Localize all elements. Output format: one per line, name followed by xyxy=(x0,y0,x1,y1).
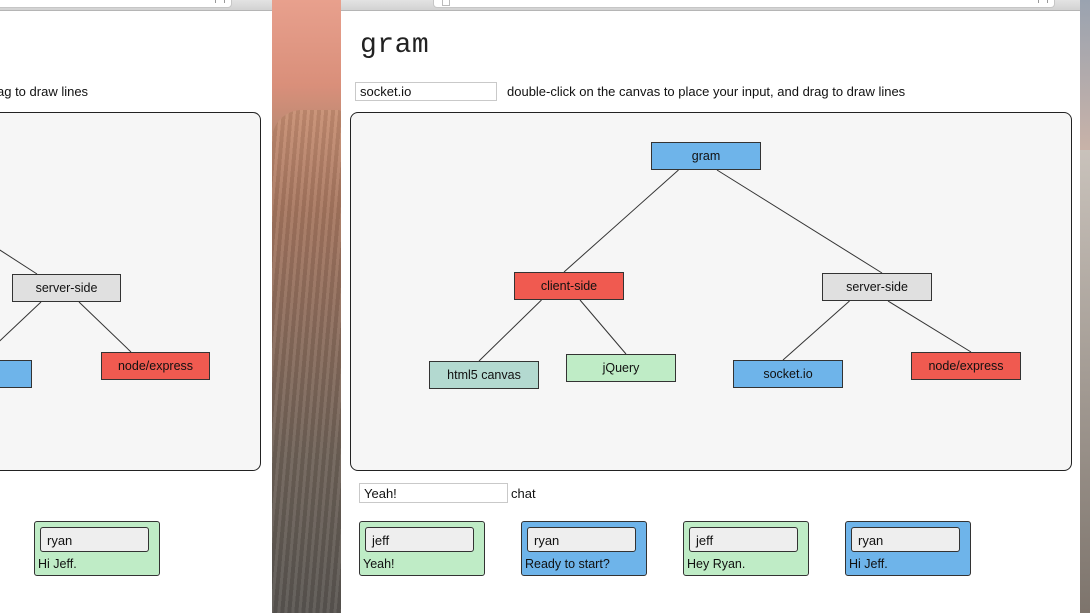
address-bar[interactable] xyxy=(433,0,1055,8)
message-text: Hi Jeff. xyxy=(38,557,77,571)
message-text: Hi Jeff. xyxy=(849,557,888,571)
edge-line xyxy=(78,301,132,353)
edge-line xyxy=(579,299,627,355)
graph-node-jquery[interactable]: jQuery xyxy=(566,354,676,382)
edge-line xyxy=(563,169,679,273)
page-title: gram xyxy=(360,30,430,61)
reload-icon[interactable] xyxy=(215,0,225,3)
chat-message: ryan Ready to start? xyxy=(521,521,647,576)
canvas-instructions: ag to draw lines xyxy=(0,84,89,99)
wallpaper-rock-formation xyxy=(272,110,342,613)
edge-line xyxy=(478,299,542,362)
graph-node-html5-canvas[interactable]: html5 canvas xyxy=(429,361,539,389)
address-bar[interactable] xyxy=(0,0,232,8)
chat-input[interactable] xyxy=(359,483,508,503)
message-username: jeff xyxy=(365,527,474,552)
message-text: Yeah! xyxy=(363,557,395,571)
graph-node[interactable] xyxy=(0,360,32,388)
page-icon xyxy=(442,0,450,6)
browser-toolbar xyxy=(0,0,272,11)
edge-line xyxy=(0,301,42,342)
graph-node-node-express[interactable]: node/express xyxy=(911,352,1021,380)
wallpaper-rock-edge xyxy=(1080,150,1090,613)
edge-line xyxy=(0,249,38,275)
browser-window-left[interactable]: ag to draw lines server-side node/expres… xyxy=(0,0,272,613)
edge-line xyxy=(887,300,972,353)
message-username: jeff xyxy=(689,527,798,552)
chat-message: jeff Hey Ryan. xyxy=(683,521,809,576)
canvas-instructions: double-click on the canvas to place your… xyxy=(507,84,906,99)
message-text: Ready to start? xyxy=(525,557,610,571)
chat-message: ryan Hi Jeff. xyxy=(34,521,160,576)
chat-message: ryan Hi Jeff. xyxy=(845,521,971,576)
graph-node-client-side[interactable]: client-side xyxy=(514,272,624,300)
reload-icon[interactable] xyxy=(1038,0,1048,3)
graph-node-socket-io[interactable]: socket.io xyxy=(733,360,843,388)
graph-node[interactable]: node/express xyxy=(101,352,210,380)
message-username: ryan xyxy=(527,527,636,552)
node-text-input[interactable] xyxy=(355,82,497,101)
graph-node-gram[interactable]: gram xyxy=(651,142,761,170)
chat-label: chat xyxy=(511,486,536,501)
browser-toolbar xyxy=(341,0,1080,11)
drawing-canvas[interactable]: gram client-side server-side html5 canva… xyxy=(350,112,1072,471)
chat-message: jeff Yeah! xyxy=(359,521,485,576)
wallpaper-sky-edge xyxy=(1080,0,1090,150)
graph-node[interactable]: server-side xyxy=(12,274,121,302)
edge-line xyxy=(716,169,883,274)
drawing-canvas[interactable]: server-side node/express xyxy=(0,112,261,471)
graph-node-server-side[interactable]: server-side xyxy=(822,273,932,301)
message-text: Hey Ryan. xyxy=(687,557,746,571)
message-username: ryan xyxy=(851,527,960,552)
message-username: ryan xyxy=(40,527,149,552)
edge-line xyxy=(782,300,850,361)
browser-window-right[interactable]: gram double-click on the canvas to place… xyxy=(341,0,1080,613)
